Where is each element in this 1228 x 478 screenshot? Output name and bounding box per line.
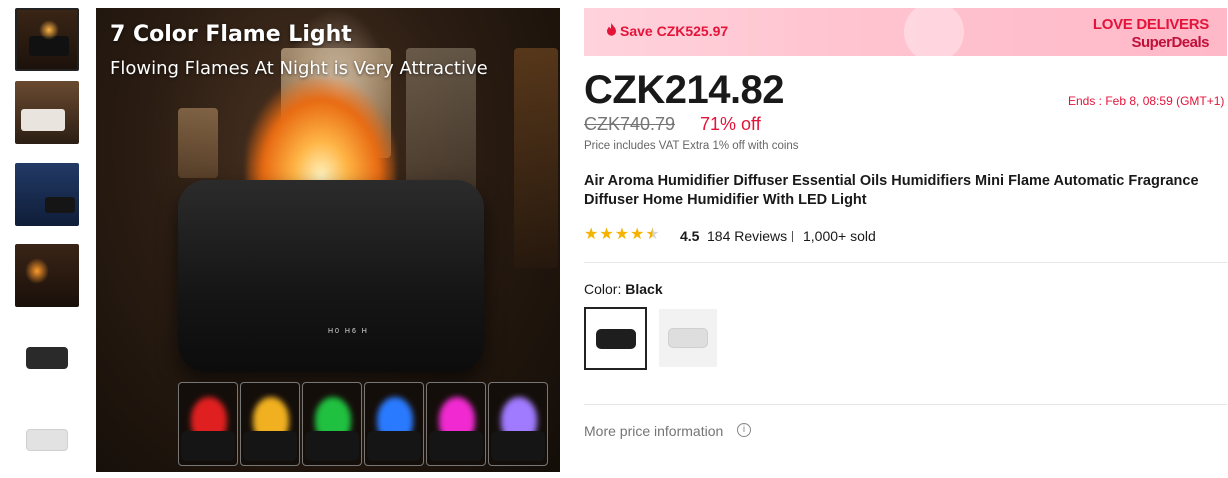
color-variant-pink xyxy=(426,382,486,466)
color-selector-label: Color: Black xyxy=(584,281,663,297)
superdeals-banner: Save CZK525.97 LOVE DELIVERS SuperDeals xyxy=(584,2,1227,62)
color-variant-red xyxy=(178,382,238,466)
selected-color: Black xyxy=(625,281,663,297)
product-title: Air Aroma Humidifier Diffuser Essential … xyxy=(584,173,1199,208)
vat-note: Price includes VAT Extra 1% off with coi… xyxy=(584,140,799,152)
color-variant-blue xyxy=(364,382,424,466)
deal-end-time: Ends : Feb 8, 08:59 (GMT+1) xyxy=(1068,94,1225,108)
image-subheadline: Flowing Flames At Night is Very Attracti… xyxy=(110,58,488,79)
main-product-image[interactable]: H0 H6 H 7 Color Flame Light Flowing Flam… xyxy=(96,8,560,472)
reviews-link[interactable]: 184 Reviews xyxy=(707,228,787,244)
discount-percent: 71% off xyxy=(700,114,761,134)
divider xyxy=(584,404,1227,405)
thumbnail-1[interactable] xyxy=(15,8,79,71)
color-variant-yellow xyxy=(240,382,300,466)
image-headline: 7 Color Flame Light xyxy=(110,22,352,47)
rating-value: 4.5 xyxy=(680,228,700,244)
brand-logo-line1: LOVE DELIVERS xyxy=(1092,16,1209,33)
star-icon: ★ xyxy=(599,226,614,243)
color-variant-green xyxy=(302,382,362,466)
star-icon: ★ xyxy=(584,226,599,243)
more-price-info-link[interactable]: More price information xyxy=(584,423,723,439)
divider xyxy=(792,231,793,242)
color-variant-purple xyxy=(488,382,548,466)
info-icon[interactable]: i xyxy=(737,423,751,437)
flame-icon xyxy=(606,23,617,39)
thumbnail-2[interactable] xyxy=(15,81,79,144)
thumbnail-6[interactable] xyxy=(15,408,79,471)
color-option-black[interactable] xyxy=(584,307,647,370)
current-price: CZK214.82 xyxy=(584,68,785,112)
original-price: CZK740.79 xyxy=(584,114,676,134)
star-rating[interactable]: ★ ★ ★ ★ ★ xyxy=(584,226,660,244)
color-label-text: Color: xyxy=(584,281,622,297)
thumbnail-3[interactable] xyxy=(15,163,79,226)
save-badge: Save CZK525.97 xyxy=(606,23,728,39)
save-text: Save CZK525.97 xyxy=(620,23,729,39)
thumbnail-4[interactable] xyxy=(15,244,79,307)
star-icon: ★ xyxy=(630,226,645,243)
sold-count: 1,000+ sold xyxy=(803,228,876,244)
diffuser-body: H0 H6 H xyxy=(178,180,484,372)
half-star-icon: ★ xyxy=(645,226,660,243)
divider xyxy=(584,262,1227,263)
thumbnail-5[interactable] xyxy=(15,326,79,389)
brand-logo-line2: SuperDeals xyxy=(1131,34,1209,51)
color-option-white[interactable] xyxy=(659,309,717,367)
star-icon: ★ xyxy=(614,226,630,243)
